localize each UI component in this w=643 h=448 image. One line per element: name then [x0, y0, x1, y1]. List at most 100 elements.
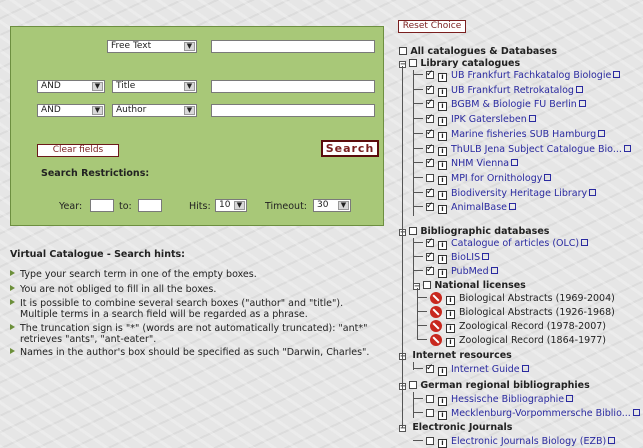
hint-item: The truncation sign is "*" (words are no…: [10, 323, 380, 345]
tree-item: i Biological Abstracts (1926-1968): [417, 306, 615, 319]
operator-select-2-value: AND: [41, 81, 61, 91]
bullet-arrow-icon: [10, 285, 15, 291]
item-checkbox[interactable]: [426, 127, 434, 139]
item-link[interactable]: Hessische Bibliographie: [451, 394, 564, 405]
item-checkbox[interactable]: [426, 395, 434, 403]
item-checkbox[interactable]: [426, 83, 434, 95]
tree-branch: [413, 162, 423, 164]
info-icon[interactable]: i: [438, 175, 447, 185]
info-icon[interactable]: i: [446, 310, 455, 319]
item-checkbox[interactable]: [426, 200, 434, 212]
search-input-1[interactable]: [211, 40, 375, 53]
item-link[interactable]: UB Frankfurt Retrokatalog: [451, 85, 574, 96]
year-from-input[interactable]: [90, 199, 114, 212]
info-icon[interactable]: i: [438, 439, 447, 448]
tree-item: i IPK Gatersleben: [413, 112, 536, 127]
item-link[interactable]: UB Frankfurt Fachkatalog Biologie: [451, 70, 611, 81]
item-link[interactable]: Internet Guide: [451, 364, 520, 375]
item-link[interactable]: AnimalBase: [451, 202, 507, 213]
field-select-2[interactable]: Title ▼: [112, 80, 197, 93]
library-group-checkbox[interactable]: [409, 59, 417, 67]
info-icon[interactable]: i: [438, 161, 447, 171]
info-icon[interactable]: i: [438, 205, 447, 215]
item-link[interactable]: Catalogue of articles (OLC): [451, 238, 579, 249]
field-select-2-value: Title: [116, 81, 136, 91]
operator-select-3[interactable]: AND ▼: [37, 104, 105, 117]
info-icon[interactable]: i: [438, 87, 447, 97]
item-checkbox[interactable]: [426, 437, 434, 445]
search-input-3[interactable]: [211, 104, 375, 117]
search-input-2[interactable]: [211, 80, 375, 93]
item-checkbox[interactable]: [426, 236, 434, 248]
info-icon[interactable]: i: [438, 367, 447, 376]
item-checkbox[interactable]: [426, 264, 434, 276]
item-checkbox[interactable]: [426, 362, 434, 374]
external-link-icon: [575, 85, 583, 93]
item-checkbox[interactable]: [426, 173, 434, 182]
item-checkbox[interactable]: [426, 409, 434, 417]
clear-fields-button[interactable]: Clear fields: [37, 144, 119, 157]
item-link[interactable]: PubMed: [451, 266, 489, 277]
item-checkbox[interactable]: [426, 68, 434, 80]
tree-item: i Hessische Bibliographie: [413, 394, 574, 406]
item-link[interactable]: ThULB Jena Subject Catalogue Bio...: [451, 144, 622, 155]
blocked-icon: [430, 320, 442, 332]
item-checkbox[interactable]: [426, 97, 434, 109]
biblio-group-checkbox[interactable]: [409, 227, 417, 235]
item-link[interactable]: Mecklenburg-Vorpommersche Biblio...: [451, 408, 631, 419]
field-select-1[interactable]: Free Text ▼: [107, 40, 197, 53]
tree-item: i Internet Guide: [413, 362, 529, 376]
item-checkbox[interactable]: [426, 250, 434, 262]
item-link[interactable]: MPI for Ornithology: [451, 173, 542, 184]
info-icon[interactable]: i: [446, 296, 455, 305]
info-icon[interactable]: i: [446, 324, 455, 333]
info-icon[interactable]: i: [438, 255, 447, 264]
item-checkbox[interactable]: [426, 142, 434, 154]
year-to-input[interactable]: [138, 199, 162, 212]
item-checkbox[interactable]: [426, 186, 434, 198]
national-group-label: National licenses: [434, 280, 526, 291]
info-icon[interactable]: i: [438, 397, 447, 406]
tree-item: i Zoological Record (1978-2007): [417, 320, 606, 333]
hint-item: It is possible to combine several search…: [10, 298, 380, 320]
timeout-select[interactable]: 30 ▼: [313, 199, 351, 212]
item-checkbox[interactable]: [426, 156, 434, 168]
item-link[interactable]: Biodiversity Heritage Library: [451, 188, 587, 199]
reset-choice-button[interactable]: Reset Choice: [398, 20, 466, 33]
info-icon[interactable]: i: [446, 338, 455, 347]
tree-branch: [413, 118, 423, 120]
field-select-3[interactable]: Author ▼: [112, 104, 197, 117]
item-checkbox[interactable]: [426, 112, 434, 124]
tree-branch: [417, 325, 427, 326]
info-icon[interactable]: i: [438, 102, 447, 112]
info-icon[interactable]: i: [438, 117, 447, 127]
info-icon[interactable]: i: [438, 131, 447, 141]
hint-item: You are not obliged to fill in all the b…: [10, 284, 380, 295]
item-link[interactable]: BGBM & Biologie FU Berlin: [451, 99, 577, 110]
timeout-label: Timeout:: [265, 201, 308, 212]
item-link[interactable]: Marine fisheries SUB Hamburg: [451, 129, 596, 140]
item-link[interactable]: Electronic Journals Biology (EZB): [451, 436, 606, 447]
info-icon[interactable]: i: [438, 269, 447, 278]
external-link-icon: [598, 129, 606, 137]
info-icon[interactable]: i: [438, 146, 447, 156]
regional-group-checkbox[interactable]: [409, 381, 417, 389]
root-checkbox[interactable]: [399, 47, 407, 55]
tree-item: i MPI for Ornithology: [413, 173, 552, 185]
info-icon[interactable]: i: [438, 411, 447, 420]
hits-select[interactable]: 10 ▼: [215, 199, 247, 212]
info-icon[interactable]: i: [438, 190, 447, 200]
info-icon[interactable]: i: [438, 241, 447, 250]
external-link-icon: [608, 437, 616, 444]
tree-branch: [413, 242, 423, 243]
item-link[interactable]: IPK Gatersleben: [451, 114, 527, 125]
info-icon[interactable]: i: [438, 73, 447, 82]
tree-branch: [413, 88, 423, 90]
operator-select-2[interactable]: AND ▼: [37, 80, 105, 93]
item-link[interactable]: BioLIS: [451, 252, 480, 263]
item-link[interactable]: NHM Vienna: [451, 158, 509, 169]
chevron-down-icon: ▼: [234, 201, 245, 210]
search-button[interactable]: Search: [321, 140, 379, 157]
national-group-checkbox[interactable]: [423, 281, 431, 289]
timeout-select-value: 30: [317, 200, 329, 210]
